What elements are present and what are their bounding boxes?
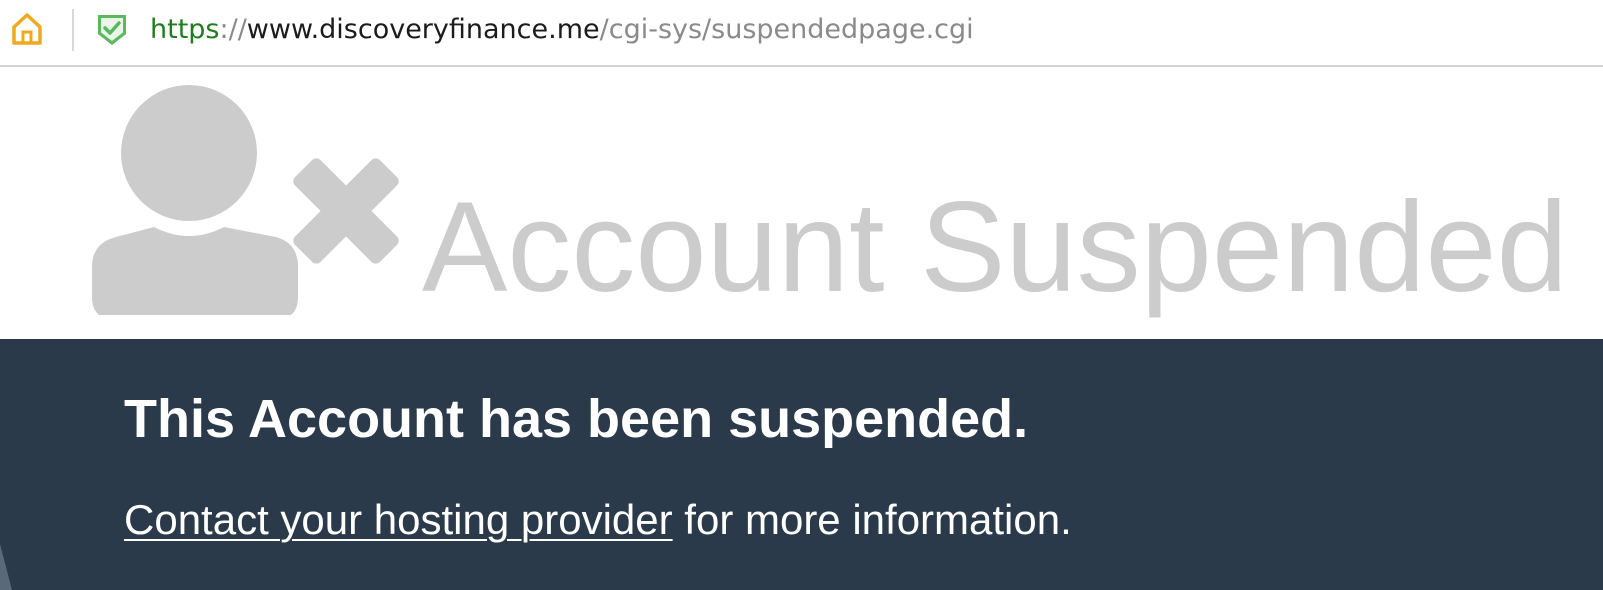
url-field[interactable]: https://www.discoveryfinance.me/cgi-sys/…	[150, 8, 974, 52]
url-host: www.discoveryfinance.me	[246, 14, 600, 45]
info-suffix: for more information.	[672, 496, 1072, 543]
home-button[interactable]	[8, 10, 46, 48]
suspension-heading: This Account has been suspended.	[124, 389, 1029, 449]
home-icon	[12, 13, 42, 45]
suspended-banner: Account Suspended	[0, 67, 1603, 339]
info-text: Contact your hosting provider for more i…	[124, 495, 1072, 545]
contact-hosting-link[interactable]: Contact your hosting provider	[124, 496, 673, 543]
message-panel: This Account has been suspended. Contact…	[0, 339, 1603, 590]
page-title: Account Suspended	[422, 176, 1568, 319]
url-scheme: https	[150, 14, 220, 45]
corner-decoration	[0, 544, 12, 590]
toolbar-divider	[72, 9, 74, 51]
user-x-icon	[92, 85, 399, 315]
url-path: /cgi-sys/suspendedpage.cgi	[599, 14, 974, 45]
address-bar: https://www.discoveryfinance.me/cgi-sys/…	[0, 0, 1603, 67]
url-separator: ://	[219, 14, 247, 45]
shield-check-icon[interactable]	[96, 12, 128, 48]
